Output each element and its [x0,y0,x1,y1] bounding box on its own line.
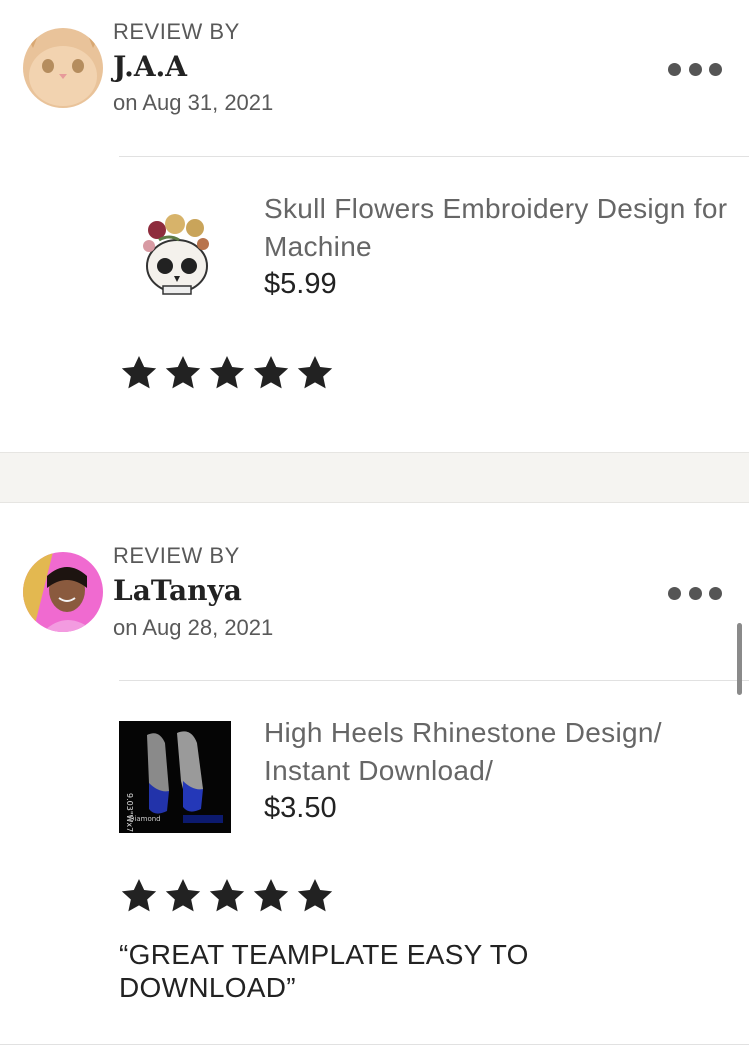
star-icon [297,356,333,389]
more-horizontal-icon [709,62,722,76]
divider [119,156,749,157]
review-text: “GREAT TEAMPLATE EASY TO DOWNLOAD” [119,939,529,1003]
star-icon [209,356,245,389]
more-horizontal-icon [688,586,702,600]
star-icon [297,879,333,912]
review-by-label: REVIEW BY [113,543,240,568]
divider [119,680,749,681]
more-horizontal-icon [688,62,702,76]
review-date: on Aug 28, 2021 [113,615,274,640]
review-card: REVIEW BY J.A.A on Aug 31, 2021 Skull Fl… [0,0,749,452]
more-horizontal-icon [668,586,681,600]
section-separator [0,452,749,503]
star-icon [253,879,289,912]
star-icon [121,879,157,912]
review-card: REVIEW BY LaTanya on Aug 28, 2021 9.03"W… [0,503,749,1048]
more-options-button[interactable] [668,56,722,82]
star-icon [253,356,289,389]
product-thumbnail[interactable] [119,200,231,312]
more-options-button[interactable] [668,580,722,606]
star-icon [165,356,201,389]
divider [0,1044,749,1045]
review-by-label: REVIEW BY [113,19,240,44]
scrollbar-thumb[interactable] [737,623,742,695]
product-title-link[interactable]: High Heels Rhinestone Design/ Instant Do… [264,714,734,790]
svg-text:9.03"Wx7.23"H: 9.03"Wx7.23"H [125,793,134,833]
star-icon [209,879,245,912]
reviewer-avatar[interactable] [23,552,103,632]
star-icon [165,879,201,912]
product-price: $5.99 [264,268,337,300]
star-icon [121,356,157,389]
reviewer-name[interactable]: J.A.A [113,50,187,83]
product-title-link[interactable]: Skull Flowers Embroidery Design for Mach… [264,190,734,266]
star-rating [118,876,336,916]
more-horizontal-icon [709,586,722,600]
svg-text:Diamond: Diamond [129,815,161,823]
more-horizontal-icon [668,62,681,76]
product-thumbnail[interactable]: 9.03"Wx7.23"H Diamond [119,721,231,833]
product-price: $3.50 [264,792,337,824]
star-rating [118,353,336,393]
review-date: on Aug 31, 2021 [113,90,274,115]
reviewer-name[interactable]: LaTanya [113,574,242,607]
reviewer-avatar[interactable] [23,28,103,108]
